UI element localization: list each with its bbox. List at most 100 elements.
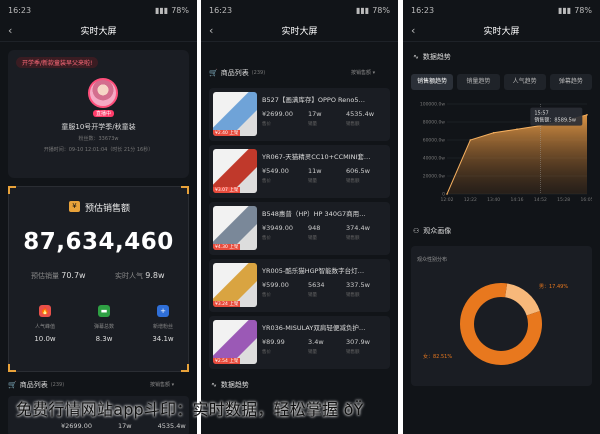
thumb-price-tag: ¥2.54 上架 (213, 358, 241, 364)
signal-icon: ▮▮▮ (356, 5, 370, 15)
x-tick-label: 13:40 (487, 197, 500, 203)
product-item[interactable]: ¥4.30 上架 B548惠普（HP）HP 340G7商用… ¥3949.00 … (209, 202, 390, 255)
status-bar: 16:23 ▮▮▮ 78% (0, 0, 197, 20)
col-label: 销售额 (346, 236, 360, 241)
thumb-price-tag: ¥2.40 上架 (213, 130, 241, 136)
metric-label: 人气峰值 (34, 324, 55, 330)
col-label: 销售额 (346, 179, 360, 184)
metric-value: 8.3w (95, 335, 113, 343)
y-tick-label: 0 (442, 192, 445, 198)
sales-trend-chart[interactable]: 0 20000.0w 40000.0w 60000.0w 80000.0w 100000.… (411, 98, 592, 208)
product-thumbnail: ¥3.07 上架 (213, 149, 257, 193)
avatar[interactable] (88, 78, 118, 108)
col-label: 售价 (262, 293, 271, 298)
product-volume: 11w (308, 167, 322, 175)
product-title: B527【画满库存】OPPO Reno5… (262, 96, 365, 104)
product-item[interactable]: ¥3.07 上架 YR067-天猫精灵CC10+CCMINI套… ¥549.00… (209, 145, 390, 198)
status-bar: 16:23 ▮▮▮ 78% (201, 0, 398, 20)
battery-level: 78% (171, 5, 189, 15)
product-item[interactable]: ¥2.54 上架 YR036-MISULAY双肩轻便减负护… ¥89.99 3.… (209, 316, 390, 369)
product-revenue: 337.5w (346, 281, 370, 289)
audience-subtitle: 观众性别分布 (417, 257, 448, 263)
col-label: 售价 (262, 179, 271, 184)
col-label: 销量 (308, 350, 317, 355)
product-item[interactable]: ¥2.40 上架 B527【画满库存】OPPO Reno5… ¥2699.00 … (209, 88, 390, 141)
product-price: ¥599.00 (262, 281, 289, 289)
page-title: 实时大屏 (483, 27, 520, 37)
product-volume: 5634 (308, 281, 325, 289)
data-trend-header: ∿ 数据趋势 (211, 381, 249, 389)
product-price: ¥549.00 (262, 167, 289, 175)
x-tick-label: 14:52 (534, 197, 547, 203)
product-item[interactable]: ¥3.24 上架 YR005-酷乐猫HGP智能数字台灯… ¥599.00 563… (209, 259, 390, 312)
product-volume: 948 (308, 224, 321, 232)
phone-screen-3: 16:23 ▮▮▮ 78% ‹ 实时大屏 ∿ 数据趋势 销售额趋势 销量趋势 人气趋… (403, 0, 600, 434)
cart-icon: 🛒 (8, 381, 17, 389)
data-point (492, 132, 495, 134)
product-volume: 3.4w (308, 338, 324, 346)
product-revenue: 606.5w (346, 167, 370, 175)
back-icon[interactable]: ‹ (8, 24, 12, 37)
metric-value: 10.0w (34, 335, 56, 343)
sort-dropdown[interactable]: 按销售额 ▾ (351, 69, 375, 76)
x-tick-label: 14:16 (511, 197, 524, 203)
col-label: 销量 (308, 236, 317, 241)
x-tick-label: 15:28 (557, 197, 570, 203)
data-point (516, 128, 518, 130)
product-title: YR005-酷乐猫HGP智能数字台灯… (262, 267, 365, 275)
col-label: 售价 (262, 350, 271, 355)
x-tick-label: 16:05 (581, 197, 592, 203)
yen-icon: ¥ (69, 201, 80, 212)
data-trend-header: ∿ 数据趋势 (413, 53, 451, 61)
pie-label-female: 女：82.51% (423, 353, 452, 360)
gender-pie-chart: 男：17.49% 女：82.51% (423, 283, 568, 365)
y-tick-label: 20000.0w (423, 174, 446, 180)
live-badge: 直播中 (93, 110, 115, 117)
tab-sales-trend[interactable]: 销售额趋势 (411, 74, 454, 90)
audience-card: 观众性别分布 男：17.49% 女：82.51% (411, 246, 592, 386)
cart-icon: 🛒 (209, 69, 218, 77)
thumb-price-tag: ¥3.07 上架 (213, 187, 241, 193)
product-revenue: 4535.4w (346, 110, 375, 118)
status-time: 16:23 (411, 5, 435, 15)
sort-dropdown[interactable]: 按销售额 ▾ (150, 381, 174, 388)
col-label: 销售额 (346, 122, 360, 127)
pie-label-male: 男：17.49% (539, 284, 568, 290)
product-price: ¥3949.00 (262, 224, 294, 232)
product-volume: 17w (308, 110, 322, 118)
battery-level: 78% (574, 5, 592, 15)
page-title: 实时大屏 (281, 27, 318, 37)
sales-card: ¥ 预估销售额 87,634,460 预估销量 70.7w 实时人气 9.8w … (8, 186, 189, 372)
battery-level: 78% (372, 5, 390, 15)
sales-label: 预估销售额 (85, 204, 131, 214)
back-icon[interactable]: ‹ (209, 24, 213, 37)
tooltip-value: 销售额：8589.5w (534, 117, 576, 124)
audience-header: ⚇ 观众画像 (413, 227, 452, 235)
trend-icon: ∿ (413, 53, 419, 61)
product-thumbnail: ¥2.40 上架 (213, 92, 257, 136)
tab-popularity-trend[interactable]: 人气趋势 (503, 74, 546, 90)
product-thumbnail: ¥2.54 上架 (213, 320, 257, 364)
data-point (446, 193, 448, 195)
product-title: YR036-MISULAY双肩轻便减负护… (262, 324, 366, 332)
col-label: 销量 (308, 122, 317, 127)
nav-bar: ‹ 实时大屏 (0, 20, 197, 42)
trend-icon: ∿ (211, 381, 217, 389)
y-tick-label: 100000.0w (420, 102, 445, 108)
tab-comment-trend[interactable]: 弹幕趋势 (549, 74, 592, 90)
item-price: ¥2699.00 (61, 422, 93, 430)
signal-icon: ▮▮▮ (155, 5, 169, 15)
metric-label: 新增粉丝 (152, 324, 173, 330)
stream-time: 开播时间：09-10 12:01:04（时长 21分 16秒） (43, 147, 154, 153)
product-list-header: 🛒 商品列表 (239) (8, 381, 65, 389)
item-revenue: 4535.4w (157, 422, 186, 430)
status-time: 16:23 (209, 5, 233, 15)
product-price: ¥2699.00 (262, 110, 294, 118)
col-label: 销售额 (346, 293, 360, 298)
col-label: 销量 (308, 179, 317, 184)
back-icon[interactable]: ‹ (411, 24, 415, 37)
caption: 免费行情网站app斗印：实时数据，轻松掌握 ðŸ (16, 400, 364, 419)
phone-screen-1: 16:23 ▮▮▮ 78% ‹ 实时大屏 开学季/新款童装早父来啦! 直播中 童服… (0, 0, 197, 434)
comment-icon: ▬ (98, 305, 110, 317)
tab-volume-trend[interactable]: 销量趋势 (457, 74, 500, 90)
